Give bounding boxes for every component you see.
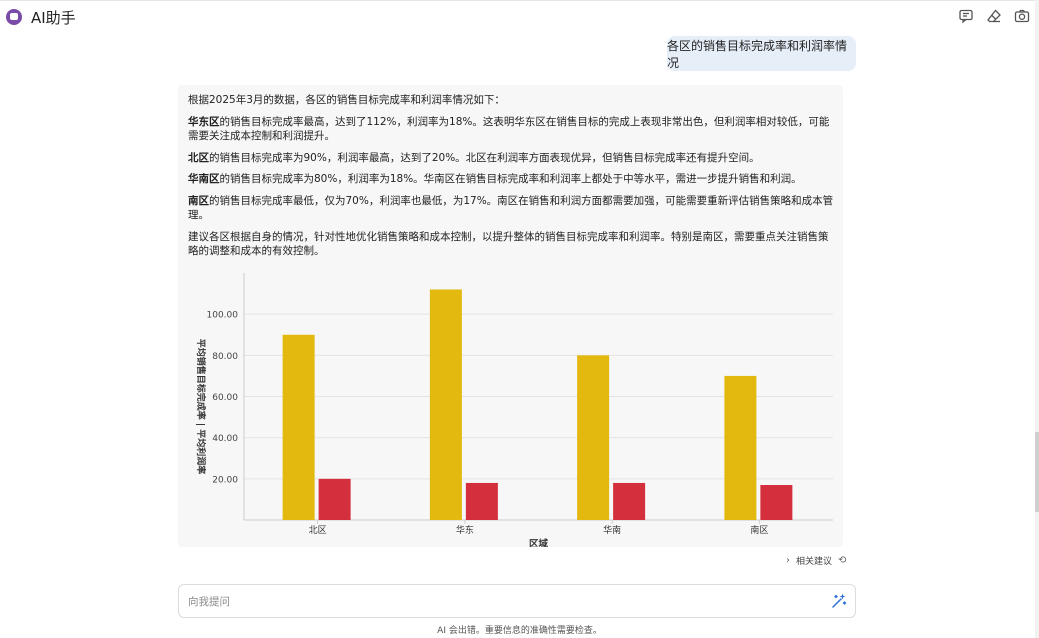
bar: [282, 334, 315, 520]
answer-text: 根据2025年3月的数据，各区的销售目标完成率和利润率情况如下： 华东区的销售目…: [188, 93, 836, 266]
bar: [724, 375, 757, 520]
answer-paragraph-huadong: 华东区的销售目标完成率最高，达到了112%，利润率为18%。这表明华东区在销售目…: [188, 115, 836, 144]
y-tick-label: 20.00: [212, 475, 238, 485]
x-axis-title: 区域: [529, 538, 549, 547]
bar: [318, 478, 351, 520]
y-tick-label: 80.00: [212, 352, 238, 362]
chat-input-box[interactable]: [178, 584, 856, 618]
user-message-text: 各区的销售目标完成率和利润率情况: [667, 38, 848, 70]
feedback-icon[interactable]: [958, 8, 974, 24]
chat-input[interactable]: [188, 593, 808, 611]
region-name: 北区: [188, 151, 209, 164]
chevron-right-icon: ›: [786, 555, 790, 566]
user-message-bubble: 各区的销售目标完成率和利润率情况: [667, 36, 856, 71]
y-tick-label: 100.00: [207, 311, 239, 321]
magic-wand-icon[interactable]: [830, 593, 847, 610]
x-tick-label: 华南: [603, 524, 621, 536]
region-name: 南区: [188, 194, 209, 207]
refresh-icon[interactable]: ⟲: [838, 555, 846, 566]
related-suggestions-label: 相关建议: [796, 557, 833, 567]
bar: [613, 482, 646, 520]
answer-paragraph-beiqu: 北区的销售目标完成率为90%，利润率最高，达到了20%。北区在利润率方面表现优异…: [188, 151, 836, 166]
bar-chart: 20.00 40.00 60.00 80.00 100.00 北区 华东 华南 南区区域 平均销售…: [178, 265, 843, 547]
app-logo-icon: [6, 9, 22, 25]
region-name: 华东区: [188, 115, 220, 128]
disclaimer-note: AI 会出错。重要信息的准确性需要检查。: [437, 626, 602, 636]
bar: [760, 485, 793, 520]
x-tick-label: 北区: [309, 525, 327, 536]
y-tick-label: 40.00: [212, 434, 238, 444]
region-name: 华南区: [188, 173, 220, 185]
eraser-icon[interactable]: [986, 8, 1002, 24]
region-detail: 的销售目标完成率为90%，利润率最高，达到了20%。北区在利润率方面表现优异，但…: [209, 151, 760, 164]
assistant-answer-card: 根据2025年3月的数据，各区的销售目标完成率和利润率情况如下： 华东区的销售目…: [178, 85, 843, 547]
scrollbar-track[interactable]: [1035, 0, 1039, 638]
bar: [465, 482, 498, 520]
app-title: AI助手: [31, 9, 76, 27]
related-suggestions[interactable]: › 相关建议 ⟲: [786, 554, 846, 567]
answer-paragraph-huanan: 华南区的销售目标完成率为80%，利润率为18%。华南区在销售目标完成率和利润率上…: [188, 172, 836, 187]
answer-paragraph-nanqu: 南区的销售目标完成率最低，仅为70%，利润率也最低，为17%。南区在销售和利润方…: [188, 194, 836, 223]
bar: [429, 289, 462, 520]
y-tick-label: 60.00: [212, 393, 238, 403]
region-detail: 的销售目标完成率最低，仅为70%，利润率也最低，为17%。南区在销售和利润方面都…: [188, 194, 834, 222]
region-detail: 的销售目标完成率为80%，利润率为18%。华南区在销售目标完成率和利润率上都处于…: [219, 173, 802, 185]
answer-conclusion: 建议各区根据自身的情况，针对性地优化销售策略和成本控制，以提升整体的销售目标完成…: [188, 230, 829, 258]
x-tick-label: 华东: [456, 524, 474, 536]
camera-icon[interactable]: [1014, 8, 1030, 24]
x-tick-label: 南区: [750, 524, 768, 536]
answer-intro: 根据2025年3月的数据，各区的销售目标完成率和利润率情况如下：: [188, 94, 505, 106]
y-axis-title: 平均销售目标完成率 | 平均利润率: [195, 339, 207, 475]
region-detail: 的销售目标完成率最高，达到了112%，利润率为18%。这表明华东区在销售目标的完…: [188, 115, 830, 143]
scrollbar-thumb[interactable]: [1035, 432, 1039, 512]
bar: [577, 355, 610, 520]
bar-chart-svg: 20.00 40.00 60.00 80.00 100.00 北区 华东 华南 南区区域 平均销售…: [195, 273, 833, 547]
top-bar: AI助手: [0, 0, 1039, 32]
